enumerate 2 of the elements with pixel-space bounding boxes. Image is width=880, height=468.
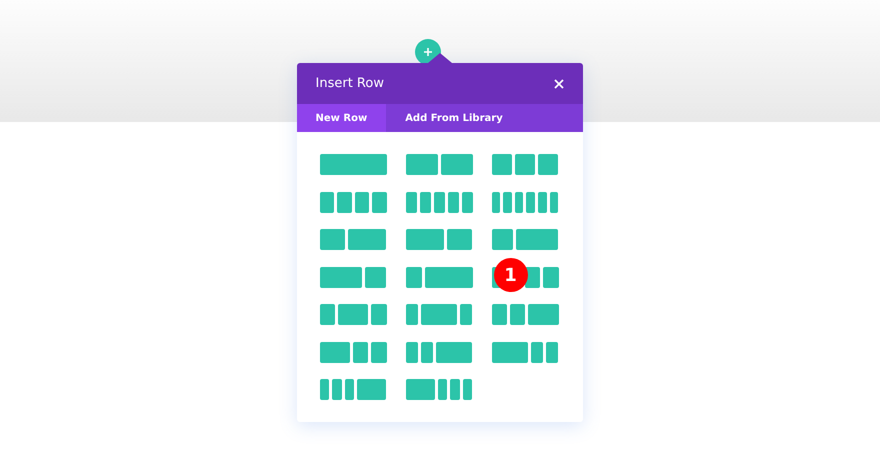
step-number-tooltip: 1 [494,258,528,292]
modal-title: Insert Row [316,76,384,91]
